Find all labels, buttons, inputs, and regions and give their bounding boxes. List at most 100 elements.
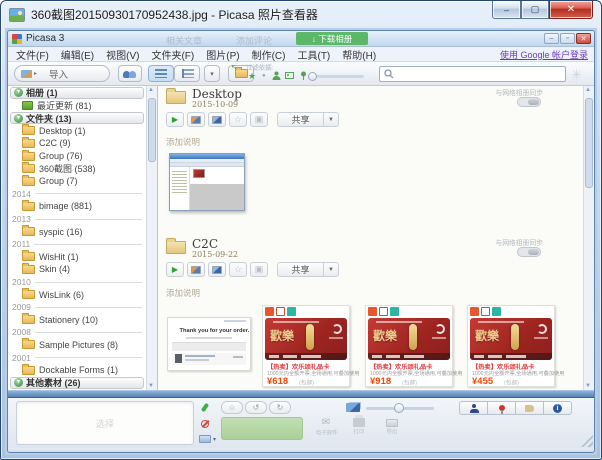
menu-help[interactable]: 帮助(H) (336, 47, 382, 62)
collage-button[interactable] (187, 262, 205, 277)
people-view-button[interactable] (118, 65, 142, 82)
menu-tools[interactable]: 工具(T) (291, 47, 336, 62)
filter-slider-thumb[interactable] (308, 72, 317, 81)
thumbnail-zoom-slider[interactable] (366, 407, 434, 410)
hold-pin-icon[interactable] (201, 403, 209, 413)
caption-placeholder[interactable]: 添加说明 (166, 287, 200, 299)
sidebar-scrollbar[interactable]: ▲ ▼ (146, 86, 157, 390)
share-button[interactable]: 共享 (277, 262, 323, 277)
print-button[interactable]: 打印 (344, 417, 374, 439)
sidebar-item-group76[interactable]: Group (76) (8, 150, 146, 163)
sidebar-header-albums[interactable]: ▾相册 (1) (8, 86, 146, 99)
maximize-button[interactable]: ▢ (521, 1, 549, 19)
scroll-up-icon[interactable]: ▲ (148, 87, 154, 93)
sidebar-item-skin[interactable]: Skin (4) (8, 263, 146, 276)
sync-toggle[interactable] (517, 97, 541, 107)
filter-dot-icon[interactable]: ● (262, 71, 266, 81)
email-button[interactable]: ✉ 电子邮件 (311, 417, 341, 440)
picasa-minimize-button[interactable]: ‒ (544, 33, 559, 44)
share-button[interactable]: 共享 (277, 112, 323, 127)
thumbnail-giftcard-2[interactable]: 歡樂 【热卖】欢乐颂礼品卡 1000元内全额开票,全场通用,可叠加使用 ¥918… (365, 305, 453, 387)
thumbnail-giftcard-1[interactable]: 歡樂 【热卖】欢乐颂礼品卡 1000元内全额开票,全场通用,可叠加使用 ¥618… (262, 305, 350, 387)
zoom-slider-thumb[interactable] (394, 403, 404, 413)
scroll-up-icon[interactable]: ▲ (585, 87, 591, 93)
filter-photos-icon[interactable] (285, 71, 294, 82)
thumbnail-screenshot[interactable] (166, 148, 250, 218)
main-scrollbar[interactable]: ▲ ▼ (583, 86, 594, 390)
movie-button[interactable] (208, 112, 226, 127)
star-button[interactable]: ☆ (229, 112, 247, 127)
tags-pane-button[interactable] (515, 401, 544, 415)
google-account-signin-link[interactable]: 使用 Google 帐户登录 (500, 48, 588, 61)
sidebar-item-sample-pictures[interactable]: Sample Pictures (8) (8, 339, 146, 352)
caption-placeholder[interactable]: 添加说明 (166, 136, 200, 148)
share-upload-button[interactable] (221, 417, 303, 440)
save-button[interactable]: ▣ (250, 112, 268, 127)
collapse-icon[interactable]: ▾ (14, 88, 23, 97)
movie-button[interactable] (208, 262, 226, 277)
sync-toggle[interactable] (517, 247, 541, 257)
sidebar-item-recent[interactable]: 最近更新 (81) (8, 99, 146, 112)
sidebar-header-other[interactable]: ▾其他素材 (26) (8, 376, 146, 389)
sidebar-item-bimage[interactable]: bimage (881) (8, 200, 146, 213)
sidebar-item-desktop[interactable]: Desktop (1) (8, 125, 146, 138)
clear-tray-icon[interactable] (201, 420, 209, 428)
group-title[interactable]: Desktop (192, 87, 242, 101)
save-button[interactable]: ▣ (250, 262, 268, 277)
export-button[interactable]: 导出 (377, 417, 407, 439)
sidebar-item-group7[interactable]: Group (7) (8, 175, 146, 188)
share-dropdown[interactable]: ▼ (323, 112, 339, 127)
photo-tray[interactable]: 选择 (16, 401, 194, 445)
sidebar-item-dockable-forms[interactable]: Dockable Forms (1) (8, 364, 146, 377)
sidebar-item-wishit[interactable]: WisHit (1) (8, 251, 146, 264)
add-to-album-icon[interactable] (199, 435, 211, 443)
scrollbar-thumb[interactable] (148, 98, 156, 162)
menu-create[interactable]: 制作(C) (246, 47, 292, 62)
rotate-right-button[interactable]: ↻ (269, 401, 291, 414)
menu-view[interactable]: 视图(V) (100, 47, 145, 62)
star-button[interactable]: ☆ (229, 262, 247, 277)
people-pane-button[interactable] (459, 401, 488, 415)
share-dropdown[interactable]: ▼ (323, 262, 339, 277)
picasa-close-button[interactable]: ✕ (576, 33, 591, 44)
star-toggle-button[interactable]: ☆ (221, 401, 243, 414)
scroll-down-icon[interactable]: ▼ (585, 383, 591, 389)
picasa-maximize-button[interactable]: ▫ (560, 33, 575, 44)
collapse-icon[interactable]: ▾ (14, 378, 23, 387)
thumbnail-order-doc[interactable]: Thank you for your order. (167, 317, 251, 371)
slideshow-button[interactable]: ▶ (166, 112, 184, 127)
close-button[interactable]: ✕ (549, 1, 593, 19)
tree-view-button[interactable] (174, 65, 200, 82)
rotate-left-button[interactable]: ↺ (245, 401, 267, 414)
thumbnail-giftcard-3[interactable]: 歡樂 【热卖】欢乐颂礼品卡 1000元内全额开票,全场通用,可叠加使用 ¥455… (467, 305, 555, 387)
sidebar-item-wislink[interactable]: WisLink (6) (8, 288, 146, 301)
flat-view-button[interactable] (148, 65, 174, 82)
menu-folder[interactable]: 文件夹(F) (145, 47, 200, 62)
sidebar-item-360shots[interactable]: 360截图 (538) (8, 162, 146, 175)
resize-grip[interactable] (581, 435, 593, 447)
filter-faces-icon[interactable] (272, 71, 281, 82)
menu-picture[interactable]: 图片(P) (200, 47, 245, 62)
info-pane-button[interactable]: i (543, 401, 572, 415)
sidebar-item-syspic[interactable]: syspic (16) (8, 225, 146, 238)
menu-edit[interactable]: 编辑(E) (55, 47, 100, 62)
scroll-down-icon[interactable]: ▼ (148, 383, 154, 389)
filter-starred-icon[interactable]: ★ (248, 71, 256, 81)
collage-button[interactable] (187, 112, 205, 127)
menu-file[interactable]: 文件(F) (10, 47, 55, 62)
filter-geotag-icon[interactable] (299, 71, 308, 83)
filter-date-slider[interactable] (308, 75, 364, 78)
minimize-button[interactable]: ‒ (492, 1, 521, 19)
sidebar-item-stationery[interactable]: Stationery (10) (8, 314, 146, 327)
sidebar-item-c2c[interactable]: C2C (9) (8, 137, 146, 150)
scrollbar-thumb[interactable] (585, 98, 593, 188)
sidebar-header-folders[interactable]: ▾文件夹 (13) (8, 112, 146, 125)
view-options-dropdown[interactable]: ▾ (204, 65, 220, 82)
places-pane-button[interactable] (487, 401, 516, 415)
slideshow-button[interactable]: ▶ (166, 262, 184, 277)
picasa-titlebar[interactable]: Picasa 3 相关文章 添加评论 ↓ 下载相册 ‒ ▫ ✕ (8, 31, 594, 47)
search-input[interactable] (394, 69, 561, 79)
import-button[interactable]: ▸ 导入 (14, 65, 110, 82)
group-title[interactable]: C2C (192, 237, 218, 251)
collapse-icon[interactable]: ▾ (14, 114, 23, 123)
